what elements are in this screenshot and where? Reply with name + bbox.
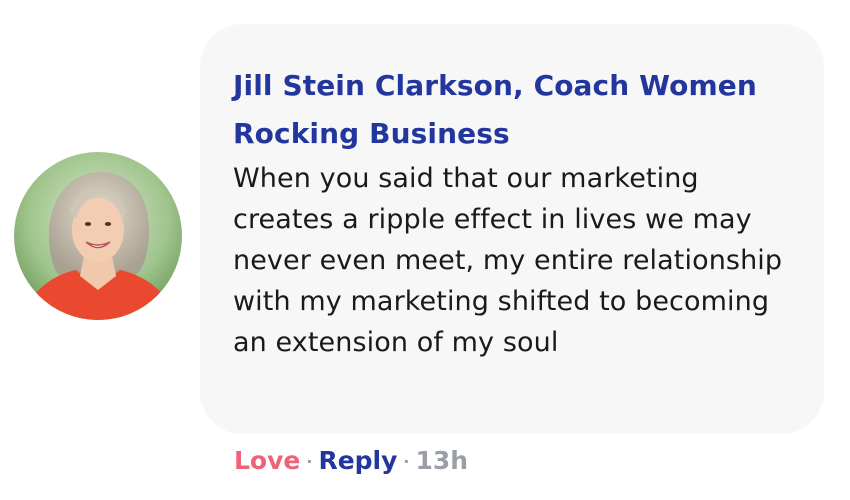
- comment-thread: Jill Stein Clarkson, Coach Women Rocking…: [0, 0, 850, 500]
- separator-dot: ·: [403, 451, 410, 471]
- comment-timestamp: 13h: [415, 445, 469, 475]
- avatar-photo-icon: [14, 152, 182, 320]
- love-reaction-button[interactable]: Love: [234, 446, 300, 475]
- comment-author-name[interactable]: Jill Stein Clarkson, Coach Women Rocking…: [233, 62, 794, 158]
- comment-text: When you said that our marketing creates…: [233, 163, 783, 358]
- avatar[interactable]: [14, 152, 182, 320]
- comment-actions: Love · Reply · 13h: [234, 440, 468, 480]
- reply-button[interactable]: Reply: [318, 446, 397, 475]
- comment-bubble: Jill Stein Clarkson, Coach Women Rocking…: [200, 24, 824, 434]
- separator-dot: ·: [306, 451, 313, 471]
